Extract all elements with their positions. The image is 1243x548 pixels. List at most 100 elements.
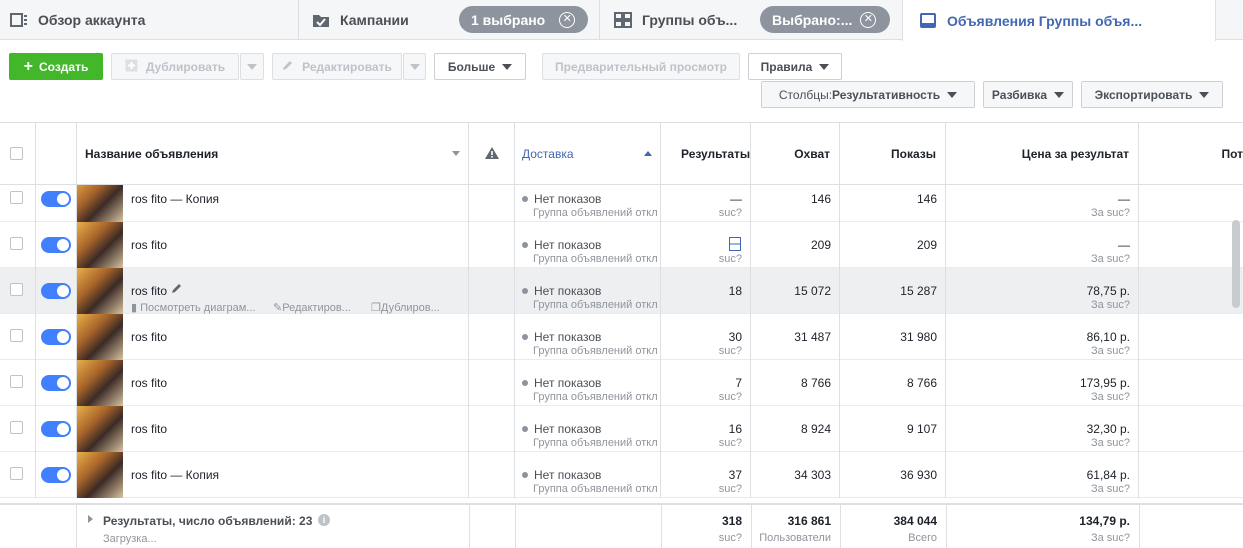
row-name-cell: ros fito [77, 314, 469, 360]
table-row[interactable]: ros fito Нет показов Группа объявлений отк… [0, 222, 1243, 268]
row-checkbox[interactable] [10, 375, 23, 388]
row-name-cell: ros fito [77, 222, 469, 268]
row-checkbox[interactable] [10, 421, 23, 434]
table-row[interactable]: ros fito Нет показов Группа объявлений отк… [0, 360, 1243, 406]
cost-sub: За suc? [1090, 299, 1130, 311]
table-header: Название объявления Доставка Результаты … [0, 122, 1243, 185]
row-action-duplicate[interactable]: ❐Дублиров... [371, 301, 440, 314]
folder-check-icon [312, 12, 330, 28]
pencil-icon[interactable] [171, 282, 183, 297]
ad-name-link[interactable]: ros fito — Копия [131, 192, 219, 206]
info-icon[interactable]: i [318, 514, 330, 526]
adsets-selected-pill[interactable]: Выбрано:... ✕ [760, 6, 890, 33]
status-dot-icon [522, 242, 528, 248]
header-select-cell [0, 123, 36, 185]
header-reach[interactable]: Охват [751, 123, 840, 185]
ad-name-link[interactable]: ros fito — Копия [131, 468, 219, 482]
duplicate-button[interactable]: Дублировать [111, 53, 239, 80]
table-row[interactable]: ros fito ▮ Посмотреть диаграм... ✎Редактир… [0, 268, 1243, 314]
row-reach-cell: 8 766 [751, 360, 840, 406]
ad-thumbnail[interactable] [77, 360, 123, 406]
table-row[interactable]: ros fito — Копия Нет показов Группа объявл… [0, 185, 1243, 222]
row-toggle-cell [36, 268, 77, 314]
ad-status-toggle[interactable] [41, 421, 71, 437]
ad-thumbnail[interactable] [77, 185, 123, 222]
export-button[interactable]: Экспортировать [1081, 81, 1223, 108]
ad-thumbnail[interactable] [77, 406, 123, 452]
cost-sub: За suc? [1090, 391, 1130, 403]
breakdown-button[interactable]: Разбивка [983, 81, 1073, 108]
ad-status-toggle[interactable] [41, 191, 71, 207]
header-cost-per-result[interactable]: Цена за результат [946, 123, 1139, 185]
duplicate-dropdown[interactable] [240, 53, 264, 80]
table-row[interactable]: ros fito Нет показов Группа объявлений отк… [0, 314, 1243, 360]
results-value: 16 [728, 422, 742, 436]
duplicate-button-label: Дублировать [145, 59, 226, 74]
cost-value: 86,10 р. [1086, 330, 1130, 344]
ad-status-toggle[interactable] [41, 467, 71, 483]
rules-button[interactable]: Правила [748, 53, 842, 80]
row-checkbox[interactable] [10, 237, 23, 250]
edit-button[interactable]: Редактировать [272, 53, 402, 80]
row-checkbox[interactable] [10, 329, 23, 342]
header-ad-name[interactable]: Название объявления [77, 123, 469, 185]
row-checkbox[interactable] [10, 467, 23, 480]
campaigns-selected-pill[interactable]: 1 выбрано ✕ [459, 6, 588, 33]
delivery-status-label: Нет показов [534, 330, 602, 344]
table-row[interactable]: ros fito — Копия Нет показов Группа объявл… [0, 452, 1243, 498]
row-reach-cell: 15 072 [751, 268, 840, 314]
results-value: 7 [735, 376, 742, 390]
ad-status-toggle[interactable] [41, 329, 71, 345]
row-select-cell [0, 452, 36, 498]
header-delivery[interactable]: Доставка [515, 123, 661, 185]
header-warning[interactable] [469, 123, 515, 185]
ad-name-link[interactable]: ros fito [131, 376, 167, 390]
reach-value: 209 [810, 238, 831, 252]
ad-status-toggle[interactable] [41, 237, 71, 253]
ad-status-toggle[interactable] [41, 375, 71, 391]
row-checkbox[interactable] [10, 191, 23, 204]
results-sub: suc? [718, 391, 742, 403]
row-action-edit[interactable]: ✎Редактиров... [273, 301, 351, 314]
vertical-scrollbar[interactable] [1232, 220, 1240, 308]
results-breakdown-icon[interactable] [729, 237, 741, 254]
tab-ads[interactable]: Объявления Группы объя... [902, 0, 1216, 41]
tab-campaigns[interactable]: Кампании [312, 0, 409, 40]
footer-results-sub: suc? [718, 532, 742, 544]
ad-name-link[interactable]: ros fito [131, 238, 167, 252]
ad-name-link[interactable]: ros fito [131, 284, 167, 298]
header-results-label: Результаты [681, 147, 751, 161]
row-checkbox[interactable] [10, 283, 23, 296]
row-toggle-cell [36, 185, 77, 222]
columns-button[interactable]: Столбцы: Результативность [761, 81, 975, 108]
edit-dropdown[interactable] [403, 53, 426, 80]
ad-thumbnail[interactable] [77, 268, 123, 314]
preview-button[interactable]: Предварительный просмотр [542, 53, 740, 80]
clear-selection-icon[interactable]: ✕ [559, 11, 576, 28]
ad-thumbnail[interactable] [77, 314, 123, 360]
select-all-checkbox[interactable] [10, 147, 23, 160]
ad-status-toggle[interactable] [41, 283, 71, 299]
ad-thumbnail[interactable] [77, 452, 123, 498]
more-button[interactable]: Больше [434, 53, 526, 80]
tab-adsets[interactable]: Группы объ... [614, 0, 737, 40]
ad-name-link[interactable]: ros fito [131, 422, 167, 436]
header-impressions[interactable]: Показы [840, 123, 946, 185]
row-select-cell [0, 406, 36, 452]
header-cost-label: Цена за результат [1021, 147, 1129, 161]
ad-thumbnail[interactable] [77, 222, 123, 268]
ad-name-link[interactable]: ros fito [131, 330, 167, 344]
table-row[interactable]: ros fito Нет показов Группа объявлений отк… [0, 406, 1243, 452]
rules-button-label: Правила [760, 59, 813, 74]
row-warning-cell [469, 406, 515, 452]
row-delivery-cell: Нет показов Группа объявлений откл [515, 314, 661, 360]
create-button[interactable]: + Создать [9, 53, 103, 80]
header-results[interactable]: Результаты [661, 123, 751, 185]
row-action-view-charts[interactable]: ▮ Посмотреть диаграм... [131, 301, 255, 314]
tab-account-overview[interactable]: Обзор аккаунта [10, 0, 145, 40]
expand-triangle-icon[interactable] [88, 515, 93, 523]
reach-value: 34 303 [794, 468, 831, 482]
row-action-edit-label: Редактиров... [282, 302, 351, 314]
header-next-column[interactable]: Пот [1139, 123, 1243, 185]
clear-selection-icon[interactable]: ✕ [860, 11, 877, 28]
